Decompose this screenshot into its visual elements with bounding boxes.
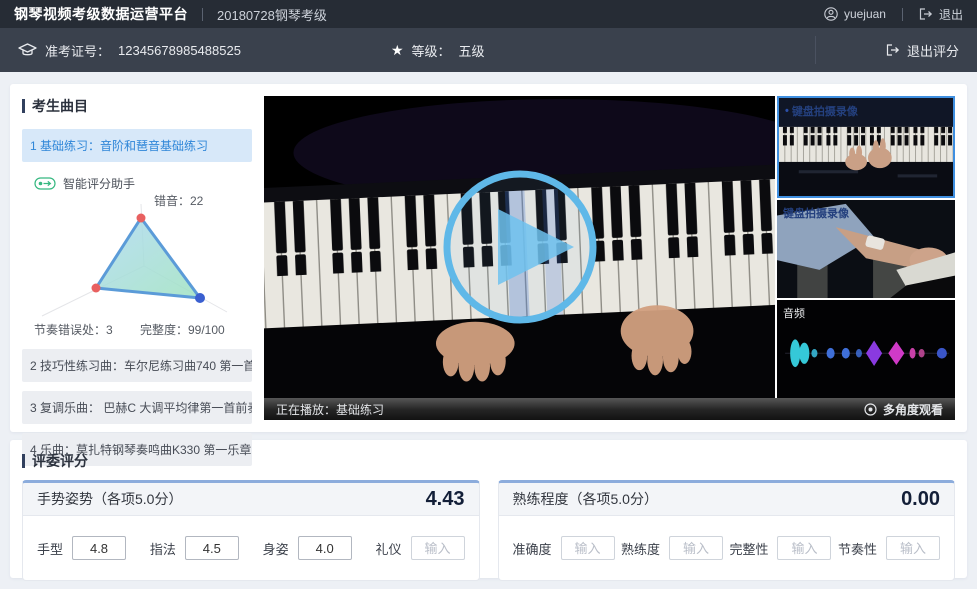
user-menu[interactable]: yuejuan <box>824 7 886 21</box>
tracks-section-title: 考生曲目 <box>22 96 252 116</box>
title-marker <box>22 99 25 113</box>
assistant-toggle-icon <box>34 177 56 190</box>
field-rhythm: 节奏性 <box>838 536 940 560</box>
gesture-card-total: 4.43 <box>426 488 465 511</box>
radar-label-completeness: 完整度：99/100 <box>140 321 225 338</box>
posture-input[interactable] <box>298 536 352 560</box>
scoring-title-text: 评委评分 <box>32 451 88 471</box>
audio-panel-label: 音频 <box>783 305 805 321</box>
completeness-input[interactable] <box>777 536 831 560</box>
username: yuejuan <box>844 7 886 21</box>
radar-chart-svg <box>22 202 252 324</box>
angle-panels-column: • 键盘拍摄录像 <box>777 96 955 398</box>
keyboard-cam-panel-1[interactable]: • 键盘拍摄录像 <box>777 96 955 198</box>
logout-icon <box>919 8 933 20</box>
keyboard-cam-panel-2[interactable]: 键盘拍摄录像 <box>777 200 955 298</box>
smart-scoring-assistant: 智能评分助手 <box>34 175 252 192</box>
accuracy-input[interactable] <box>561 536 615 560</box>
proficiency-card-title: 熟练程度（各项5.0分） <box>513 489 658 509</box>
player-status-bar: 正在播放：基础练习 多角度观看 <box>264 398 955 420</box>
radar-chart: 错音：22 节奏错误处：3 完整度：99/100 <box>22 192 252 340</box>
play-button[interactable] <box>264 96 775 398</box>
tracks-title-text: 考生曲目 <box>32 96 88 116</box>
exam-info-bar: 准考证号： 12345678985488525 ★ 等级： 五级 退出评分 <box>0 28 977 72</box>
gesture-posture-card: 手势姿势（各项5.0分） 4.43 手型 指法 身姿 <box>22 480 480 581</box>
hand-shape-input[interactable] <box>72 536 126 560</box>
exit-icon <box>886 44 900 56</box>
track-item-1[interactable]: 1 基础练习：音阶和琶音基础练习 <box>22 129 252 162</box>
session-title: 20180728钢琴考级 <box>217 5 327 24</box>
field-proficiency: 熟练度 <box>621 536 723 560</box>
assistant-label: 智能评分助手 <box>63 175 135 192</box>
exit-scoring-label: 退出评分 <box>907 41 959 60</box>
app-title: 钢琴视频考级数据运营平台 <box>14 4 188 24</box>
logout-label: 退出 <box>939 6 963 23</box>
proficiency-card: 熟练程度（各项5.0分） 0.00 准确度 熟练度 完整性 <box>498 480 956 581</box>
proficiency-input[interactable] <box>669 536 723 560</box>
level-group: ★ 等级： 五级 <box>391 41 485 60</box>
ticket-number: 12345678985488525 <box>118 43 241 58</box>
track-item-3[interactable]: 3 复调乐曲： 巴赫C 大调平均律第一首前奏曲 <box>22 391 252 424</box>
etiquette-input[interactable] <box>411 536 465 560</box>
level-value: 五级 <box>459 41 485 60</box>
radar-label-wrong-notes: 错音：22 <box>154 192 203 209</box>
track-item-2[interactable]: 2 技巧性练习曲：车尔尼练习曲740 第一首 <box>22 349 252 382</box>
radar-label-rhythm-errors: 节奏错误处：3 <box>34 321 113 338</box>
star-icon: ★ <box>391 43 404 57</box>
title-marker <box>22 454 25 468</box>
proficiency-card-total: 0.00 <box>901 488 940 511</box>
video-zone: • 键盘拍摄录像 <box>264 96 955 420</box>
gesture-card-title: 手势姿势（各项5.0分） <box>37 489 182 509</box>
multi-angle-eye-icon <box>864 403 877 416</box>
panel-2-label: 键盘拍摄录像 <box>783 205 849 221</box>
divider <box>202 8 203 21</box>
fingering-input[interactable] <box>185 536 239 560</box>
field-etiquette: 礼仪 <box>375 536 464 560</box>
now-playing-text: 正在播放：基础练习 <box>276 401 384 418</box>
level-label: 等级： <box>412 41 451 60</box>
field-completeness: 完整性 <box>729 536 831 560</box>
multi-angle-button[interactable]: 多角度观看 <box>864 401 943 418</box>
field-fingering: 指法 <box>150 536 239 560</box>
exam-main-card: 考生曲目 1 基础练习：音阶和琶音基础练习 智能评分助手 <box>10 84 967 432</box>
app-root: 钢琴视频考级数据运营平台 20180728钢琴考级 yuejuan 退出 <box>0 0 977 589</box>
divider <box>902 8 903 21</box>
top-navbar: 钢琴视频考级数据运营平台 20180728钢琴考级 yuejuan 退出 <box>0 0 977 28</box>
ticket-label: 准考证号： <box>45 41 110 60</box>
ticket-number-group: 准考证号： 12345678985488525 <box>18 41 241 60</box>
rhythm-input[interactable] <box>886 536 940 560</box>
field-posture: 身姿 <box>263 536 352 560</box>
exit-scoring-button[interactable]: 退出评分 <box>815 36 959 64</box>
active-bullet-icon: • <box>785 105 789 117</box>
graduation-cap-icon <box>18 43 37 58</box>
field-hand-shape: 手型 <box>37 536 126 560</box>
user-icon <box>824 7 838 21</box>
candidate-tracks-panel: 考生曲目 1 基础练习：音阶和琶音基础练习 智能评分助手 <box>22 96 252 420</box>
panel-1-label: • 键盘拍摄录像 <box>785 103 858 119</box>
audio-panel[interactable]: 音频 <box>777 300 955 398</box>
main-video-player[interactable] <box>264 96 775 398</box>
field-accuracy: 准确度 <box>513 536 615 560</box>
logout-button[interactable]: 退出 <box>919 6 963 23</box>
play-icon <box>440 167 600 327</box>
